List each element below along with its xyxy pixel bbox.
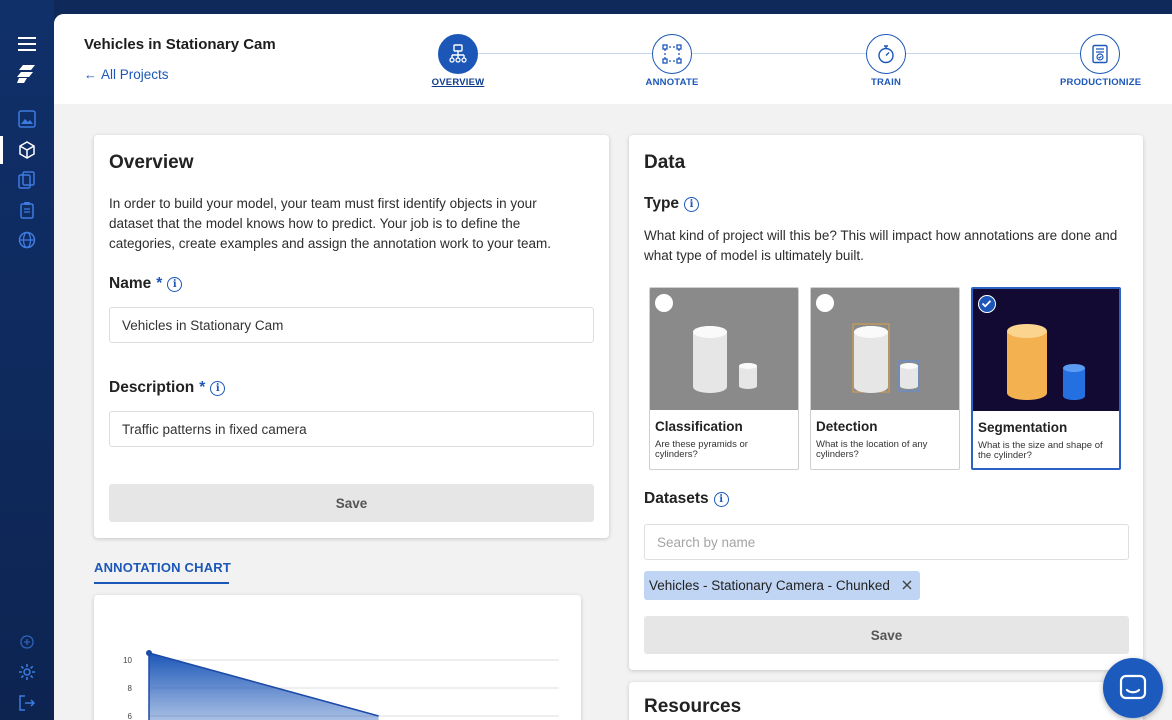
- option-title: Segmentation: [978, 420, 1068, 435]
- datasets-label: Datasets i: [644, 490, 729, 508]
- required-asterisk: *: [156, 275, 163, 292]
- option-title: Detection: [816, 419, 878, 434]
- project-header: Vehicles in Stationary Cam ← All Project…: [54, 14, 1172, 104]
- dataset-search-input[interactable]: Search by name: [644, 524, 1129, 560]
- type-description: What kind of project will this be? This …: [644, 228, 1118, 263]
- radio-unchecked-icon[interactable]: [816, 294, 834, 312]
- sidebar-active-indicator: [0, 136, 3, 164]
- type-label-text: Type: [644, 195, 680, 212]
- clipboard-icon[interactable]: [17, 200, 37, 220]
- type-option-classification[interactable]: Classification Are these pyramids or cyl…: [649, 287, 799, 470]
- info-icon[interactable]: i: [210, 380, 226, 396]
- dataset-chip-label: Vehicles - Stationary Camera - Chunked: [649, 578, 890, 593]
- step-train-label: TRAIN: [870, 77, 902, 88]
- chart-y-tick-label: 10: [123, 656, 132, 665]
- radio-checked-icon[interactable]: [978, 295, 996, 313]
- cube-icon[interactable]: [17, 140, 37, 160]
- data-title: Data: [644, 152, 686, 173]
- step-annotate[interactable]: ANNOTATE: [632, 34, 712, 88]
- name-label-text: Name: [109, 275, 152, 292]
- images-icon[interactable]: [17, 109, 37, 129]
- chat-button[interactable]: [1103, 658, 1163, 718]
- name-label: Name * i: [109, 275, 183, 293]
- datasets-label-text: Datasets: [644, 490, 709, 507]
- hamburger-menu-icon[interactable]: [17, 34, 37, 54]
- steps-connector-line: [478, 53, 1102, 54]
- step-productionize[interactable]: PRODUCTIONIZE: [1060, 34, 1142, 88]
- stopwatch-icon: [866, 34, 906, 74]
- option-description: What is the location of any cylinders?: [816, 439, 928, 460]
- step-train[interactable]: TRAIN: [846, 34, 926, 88]
- overview-card: Overview In order to build your model, y…: [94, 135, 609, 538]
- info-icon[interactable]: i: [167, 276, 183, 292]
- overview-description: In order to build your model, your team …: [109, 196, 551, 251]
- overview-title: Overview: [109, 152, 194, 173]
- dataset-chip[interactable]: Vehicles - Stationary Camera - Chunked: [644, 571, 920, 600]
- all-projects-label: All Projects: [101, 67, 169, 82]
- arrow-left-icon: ←: [84, 67, 97, 82]
- type-option-segmentation[interactable]: Segmentation What is the size and shape …: [971, 287, 1121, 470]
- chart-y-tick-label: 8: [128, 684, 133, 693]
- sidebar: [0, 0, 54, 720]
- overview-save-button[interactable]: Save: [109, 484, 594, 522]
- logo-icon: [17, 64, 37, 84]
- logout-icon[interactable]: [17, 693, 37, 713]
- brain-icon[interactable]: [17, 632, 37, 652]
- annotation-chart: 10 8 6: [123, 650, 559, 720]
- step-productionize-label: PRODUCTIONIZE: [1060, 77, 1142, 88]
- copy-icon[interactable]: [17, 170, 37, 190]
- gear-icon[interactable]: [17, 662, 37, 682]
- resources-title: Resources: [644, 696, 742, 717]
- option-description: What is the size and shape of the cylind…: [978, 440, 1103, 461]
- main-content: Vehicles in Stationary Cam ← All Project…: [54, 14, 1172, 720]
- radio-unchecked-icon[interactable]: [655, 294, 673, 312]
- close-icon[interactable]: [902, 578, 912, 593]
- option-description: Are these pyramids or cylinders?: [655, 439, 748, 460]
- name-input[interactable]: Vehicles in Stationary Cam: [109, 307, 594, 343]
- type-option-detection[interactable]: Detection What is the location of any cy…: [810, 287, 960, 470]
- tab-annotation-chart[interactable]: ANNOTATION CHART: [94, 560, 231, 575]
- description-label: Description * i: [109, 379, 226, 397]
- type-label: Type i: [644, 195, 700, 213]
- annotation-chart-card: 10 8 6: [94, 595, 581, 720]
- project-title: Vehicles in Stationary Cam: [84, 36, 276, 53]
- required-asterisk: *: [199, 379, 206, 396]
- annotate-step-icon: [652, 34, 692, 74]
- description-input[interactable]: Traffic patterns in fixed camera: [109, 411, 594, 447]
- globe-icon[interactable]: [17, 230, 37, 250]
- info-icon[interactable]: i: [684, 196, 700, 212]
- certificate-icon: [1080, 34, 1120, 74]
- chat-icon: [1119, 674, 1147, 700]
- chart-y-tick-label: 6: [128, 712, 133, 720]
- description-label-text: Description: [109, 379, 195, 396]
- tab-active-underline: [94, 582, 229, 584]
- data-save-button[interactable]: Save: [644, 616, 1129, 654]
- overview-step-icon: [438, 34, 478, 74]
- resources-card: Resources: [629, 682, 1143, 720]
- step-annotate-label: ANNOTATE: [645, 77, 699, 88]
- step-overview-label: OVERVIEW: [431, 77, 485, 88]
- step-overview[interactable]: OVERVIEW: [418, 34, 498, 88]
- option-title: Classification: [655, 419, 743, 434]
- all-projects-link[interactable]: ← All Projects: [84, 67, 169, 82]
- info-icon[interactable]: i: [713, 491, 729, 507]
